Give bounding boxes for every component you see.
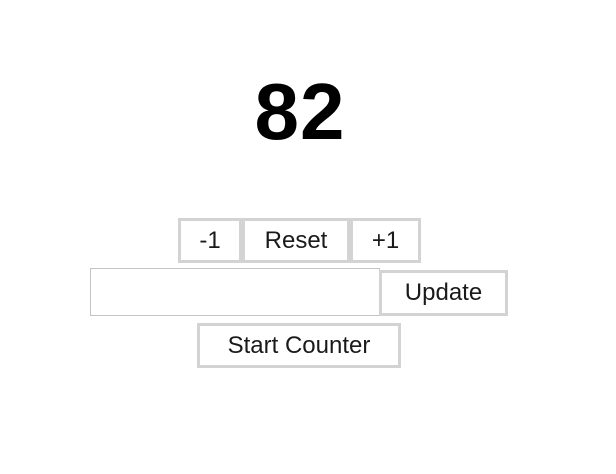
counter-value-input[interactable]: [90, 268, 380, 316]
update-button[interactable]: Update: [379, 270, 508, 316]
reset-button[interactable]: Reset: [242, 218, 350, 263]
start-counter-button[interactable]: Start Counter: [197, 323, 401, 368]
increment-button[interactable]: +1: [350, 218, 421, 263]
counter-display: 82: [254, 67, 346, 156]
decrement-button[interactable]: -1: [178, 218, 242, 263]
